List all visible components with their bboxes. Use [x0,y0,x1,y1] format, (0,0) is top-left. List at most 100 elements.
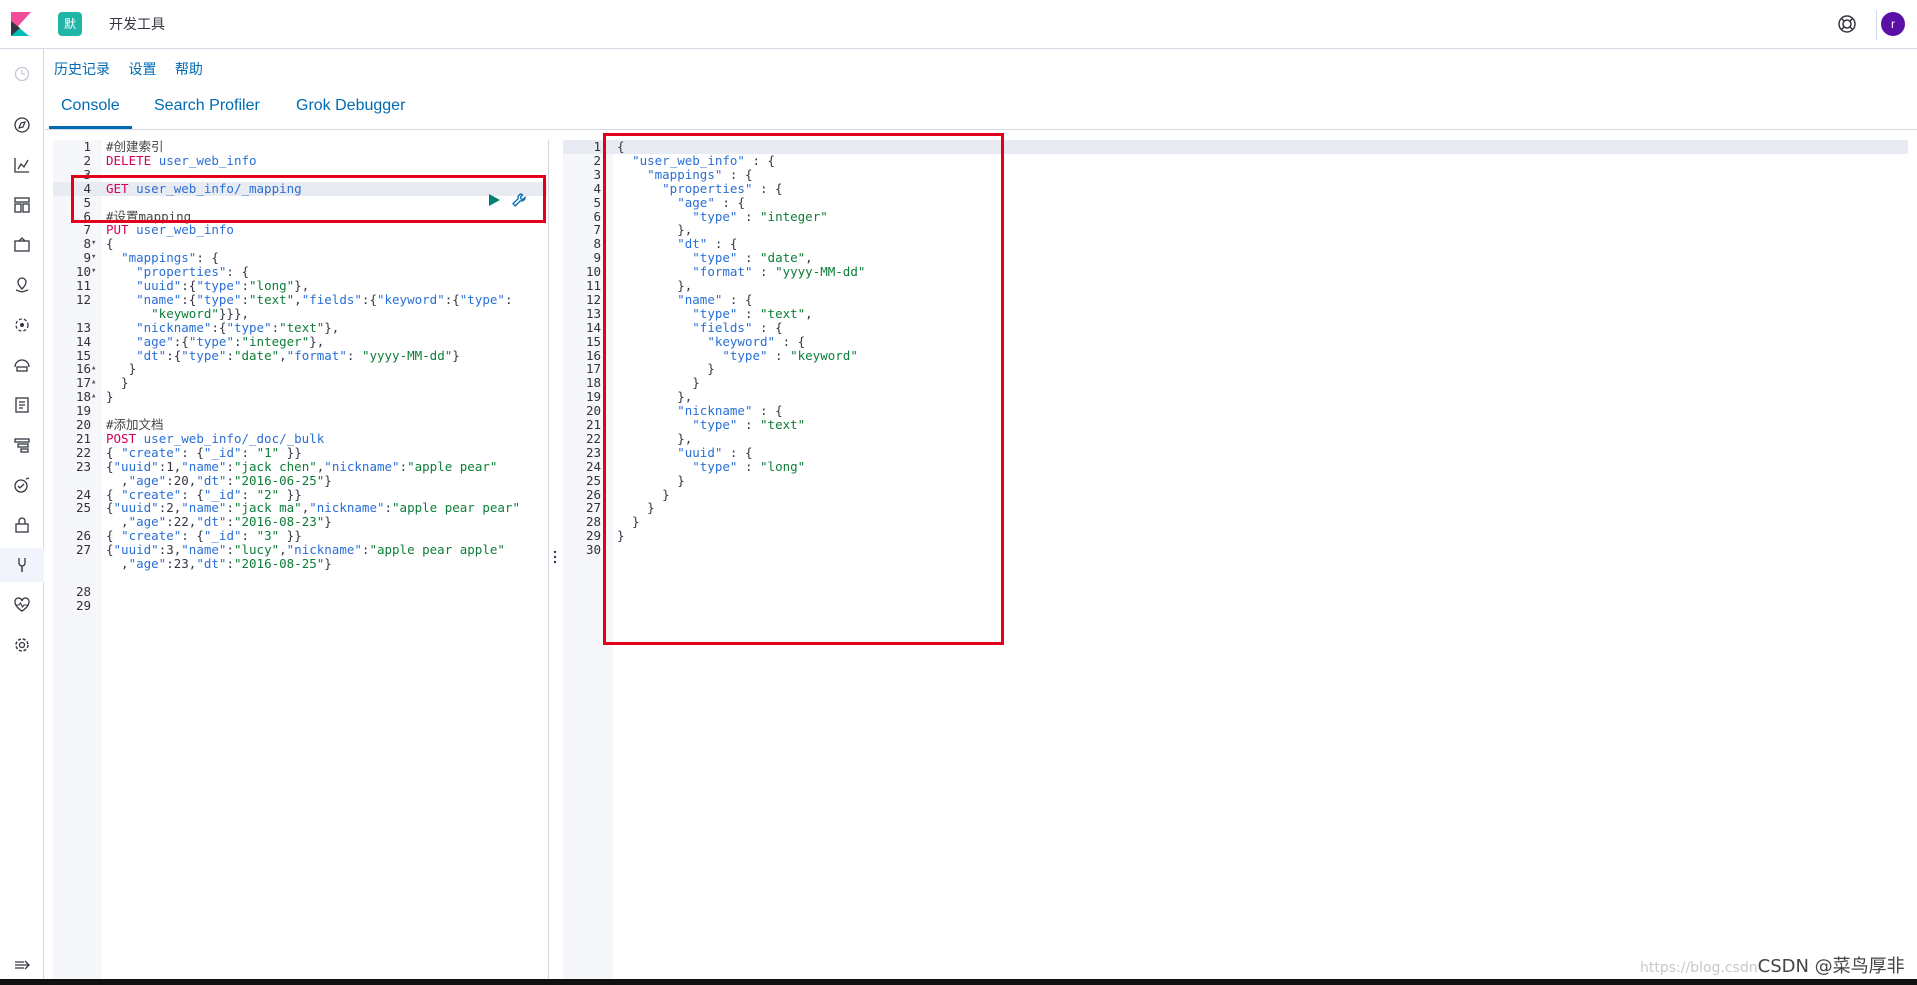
code-text: { [106,236,114,252]
code-text: ,"age":20,"dt":"2016-06-25"} [106,472,332,488]
code-text: "nickname":{"type":"text"}, [136,319,340,335]
monitoring-icon[interactable] [12,595,32,615]
resize-handle-icon[interactable] [553,550,557,564]
tab-grok-debugger[interactable]: Grok Debugger [296,97,405,115]
line-number: 19 [75,403,91,419]
line-number: 28 [585,514,601,530]
code-line[interactable]: 1 #创建索引 [53,140,547,154]
code-line[interactable]: 29 [53,598,547,613]
line-number: 24 [585,458,601,474]
code-line[interactable]: 7 PUT user_web_info [53,223,547,237]
kibana-logo-icon[interactable] [11,12,31,36]
code-line[interactable]: 24 { "create": {"_id": "2" }} [53,486,547,502]
uptime-icon[interactable] [12,475,32,495]
code-text: "age":{"type":"integer"}, [136,333,325,349]
console-menu: 历史记录 设置 帮助 [54,59,217,79]
code-text: "keyword"}}}, [151,305,249,321]
code-line[interactable]: 26 { "create": {"_id": "3" }} [53,529,547,543]
line-number: 9 [593,250,601,266]
topbar-divider [1876,10,1877,40]
code-line[interactable]: 28 [53,584,547,599]
settings-link[interactable]: 设置 [128,62,156,78]
maps-icon[interactable] [12,275,32,295]
code-line[interactable] [53,571,547,585]
line-number: 2 [593,152,601,168]
help-link[interactable]: 帮助 [175,62,203,78]
collapse-icon[interactable] [12,955,32,975]
code-line[interactable]: "keyword"}}}, [53,305,547,321]
dashboard-icon[interactable] [12,195,32,215]
line-number: 20 [585,403,601,419]
code-text: PUT user_web_info [106,222,234,238]
line-number: 1 [593,139,601,154]
code-line[interactable]: 8 ▾ { [53,237,547,251]
ml-icon[interactable] [12,315,32,335]
clock-icon[interactable] [12,64,32,84]
code-text: DELETE user_web_info [106,152,257,168]
line-number: 14 [585,319,601,335]
fold-toggle-icon[interactable]: ▾ [91,265,96,279]
code-line[interactable]: 18 ▴} [53,390,547,404]
devtools-tabs: Console Search Profiler Grok Debugger [45,88,1917,130]
siem-icon[interactable] [12,515,32,535]
user-avatar[interactable]: r [1881,12,1905,36]
line-number: 27 [75,542,91,558]
help-lifebuoy-icon[interactable] [1836,13,1858,35]
code-line[interactable]: 15 "dt":{"type":"date","format": "yyyy-M… [53,347,547,363]
fold-toggle-icon[interactable]: ▴ [91,390,96,404]
line-number: 22 [75,444,91,460]
tab-search-profiler[interactable]: Search Profiler [154,97,260,115]
code-line[interactable]: 27 {"uuid":3,"name":"lucy","nickname":"ap… [53,543,547,557]
code-line[interactable]: 23 {"uuid":1,"name":"jack chen","nickname… [53,459,547,474]
code-line[interactable]: 22 { "create": {"_id": "1" }} [53,444,547,460]
line-number: 15 [75,347,91,363]
app-title: 开发工具 [109,17,165,33]
line-number: 24 [75,486,91,502]
line-number: 11 [75,278,91,293]
highlight-box-response [603,133,1004,645]
canvas-icon[interactable] [12,235,32,255]
line-number: 12 [75,291,91,307]
fold-toggle-icon[interactable]: ▴ [91,376,96,390]
line-number: 7 [83,222,91,238]
apm-icon[interactable] [12,435,32,455]
code-text: "dt":{"type":"date","format": "yyyy-MM-d… [136,347,460,363]
code-line[interactable]: 12 "name":{"type":"text","fields":{"keyw… [53,291,547,307]
devtools-icon[interactable] [12,555,32,575]
compass-icon[interactable] [12,115,32,135]
code-text: } [106,375,129,391]
logs-icon[interactable] [12,395,32,415]
fold-toggle-icon[interactable]: ▾ [91,251,96,265]
code-line[interactable]: 17 ▴ } [53,376,547,390]
code-line[interactable]: 19 [53,404,547,418]
space-avatar[interactable]: 默 [58,12,82,36]
code-line[interactable]: 11 "uuid":{"type":"long"}, [53,279,547,293]
management-icon[interactable] [12,635,32,655]
fold-toggle-icon[interactable]: ▾ [91,237,96,251]
code-line[interactable]: 25 {"uuid":2,"name":"jack ma","nickname":… [53,501,547,515]
top-bar: 默 开发工具 r [0,0,1917,49]
request-editor[interactable]: 1 #创建索引 2 DELETE user_web_info 3 4 GET user_we… [53,140,547,980]
history-link[interactable]: 历史记录 [54,62,110,78]
code-line[interactable]: 14 "age":{"type":"integer"}, [53,333,547,349]
infrastructure-icon[interactable] [12,355,32,375]
code-line[interactable]: 16 ▴ } [53,362,547,376]
code-line[interactable]: ,"age":20,"dt":"2016-06-25"} [53,472,547,488]
code-line[interactable]: ,"age":22,"dt":"2016-08-23"} [53,515,547,529]
code-line[interactable]: 20 #添加文档 [53,418,547,432]
code-line[interactable]: 10 ▾ "properties": { [53,265,547,279]
bottom-strip [0,979,1917,985]
visualize-icon[interactable] [12,155,32,175]
fold-toggle-icon[interactable]: ▴ [91,362,96,376]
code-line[interactable]: ,"age":23,"dt":"2016-08-25"} [53,557,547,571]
line-number: 13 [75,319,91,335]
code-line[interactable]: 21 POST user_web_info/_doc/_bulk [53,431,547,446]
code-line[interactable]: 9 ▾ "mappings": { [53,251,547,265]
code-line[interactable]: 13 "nickname":{"type":"text"}, [53,319,547,335]
line-number: 23 [585,444,601,460]
tab-console[interactable]: Console [49,97,132,129]
code-line[interactable]: 2 DELETE user_web_info [53,152,547,168]
code-text: #添加文档 [106,417,164,432]
line-number: 8 [83,236,91,252]
code-text: "mappings": { [121,250,219,266]
